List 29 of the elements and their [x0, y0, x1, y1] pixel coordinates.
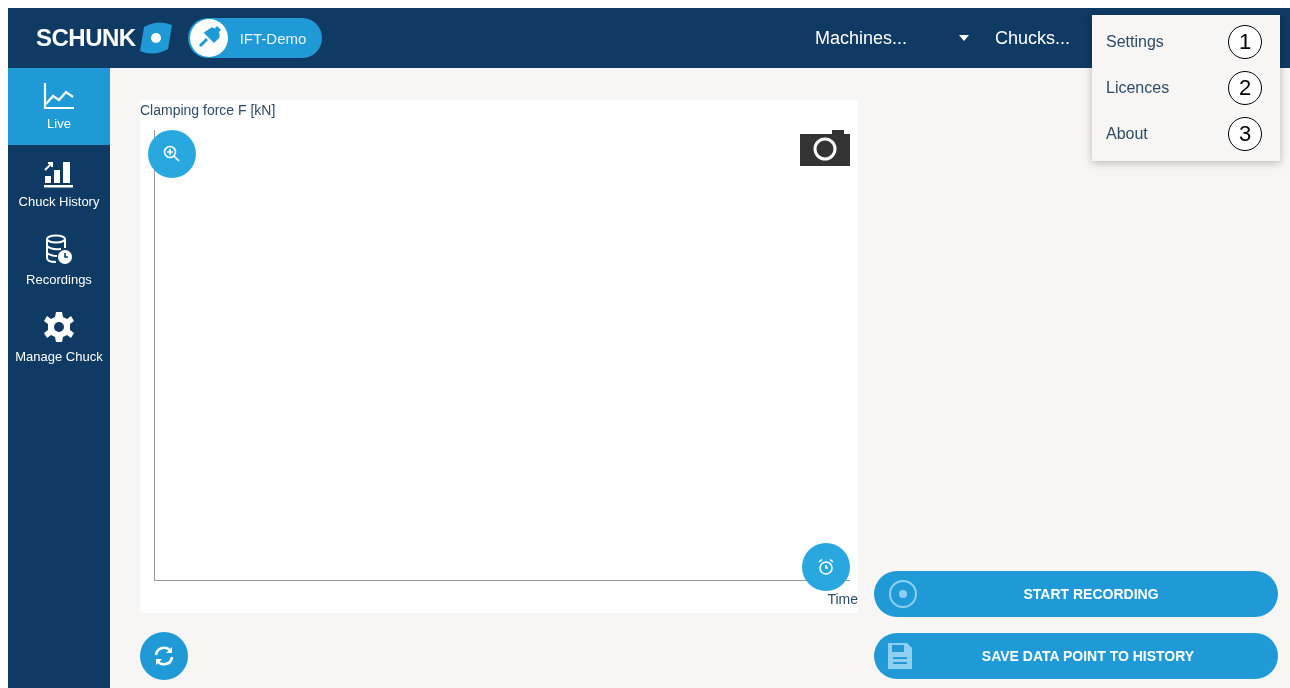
refresh-button[interactable] — [140, 632, 188, 680]
alarm-clock-icon — [817, 558, 835, 576]
save-icon — [888, 643, 912, 669]
logo-icon — [137, 21, 174, 55]
gear-icon — [43, 311, 75, 343]
axis-label: Clamping force F [kN] — [140, 102, 276, 118]
menu-item[interactable]: About — [1106, 125, 1148, 143]
sidebar-item[interactable]: Manage Chuck — [8, 299, 110, 376]
callout-number: 1 — [1228, 25, 1262, 59]
logo-text: SCHUNK — [36, 24, 136, 52]
sidebar-item[interactable]: Recordings — [8, 222, 110, 299]
plug-icon — [189, 19, 228, 57]
menu-item[interactable]: Settings — [1106, 33, 1164, 51]
line-chart-icon — [43, 82, 75, 110]
camera-icon[interactable] — [800, 128, 850, 166]
record-icon — [888, 579, 918, 609]
zoom-in-icon — [163, 145, 181, 163]
sidebar-item[interactable]: Chuck History — [8, 145, 110, 222]
machines-dropdown[interactable]: Machines... — [814, 27, 907, 49]
timer-button[interactable] — [802, 543, 850, 591]
database-clock-icon — [45, 234, 73, 266]
callout-number: 2 — [1228, 71, 1262, 105]
callout-number: 3 — [1228, 117, 1262, 151]
menu-item[interactable]: Licences — [1106, 79, 1170, 97]
axis-label: Time — [827, 591, 858, 607]
caret-icon[interactable] — [958, 35, 969, 41]
refresh-icon — [152, 644, 176, 668]
zoom-button[interactable] — [148, 130, 196, 178]
chucks-dropdown[interactable]: Chucks... — [994, 27, 1070, 49]
